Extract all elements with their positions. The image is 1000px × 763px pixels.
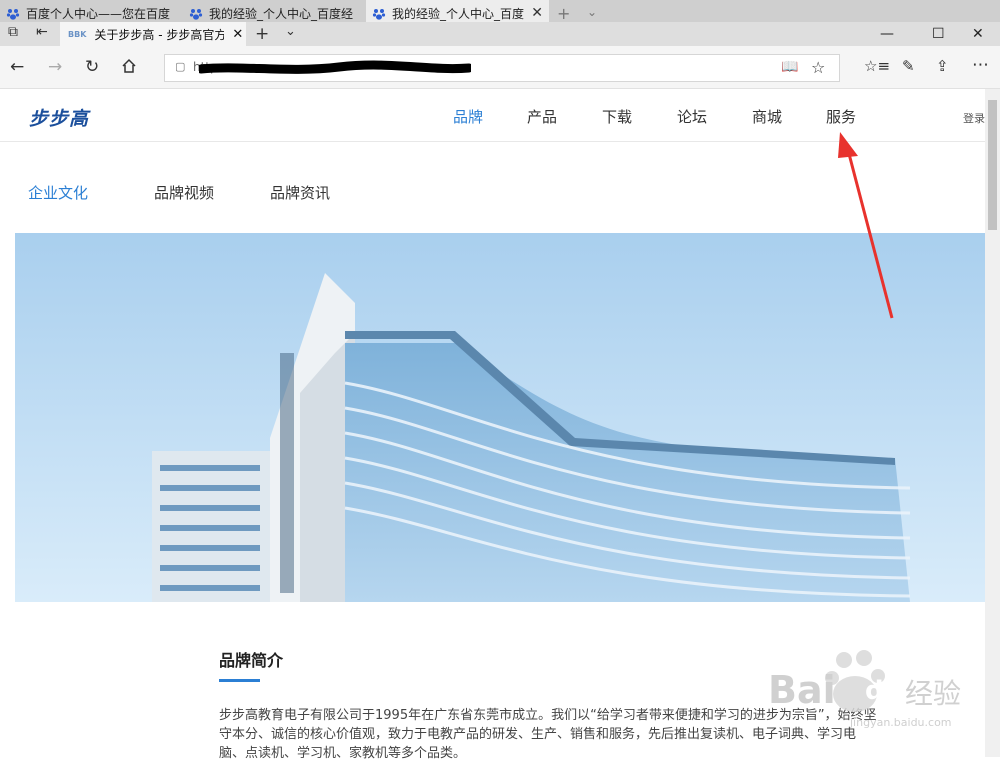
nav-item-service[interactable]: 服务 [826, 106, 856, 127]
refresh-icon[interactable]: ↻ [85, 57, 99, 77]
bbk-logo[interactable]: 步步高 [29, 104, 89, 131]
lock-icon: ▢ [175, 60, 186, 73]
home-icon[interactable] [121, 58, 137, 78]
subnav-news[interactable]: 品牌资讯 [270, 182, 330, 203]
tab-list-chevron-icon[interactable]: ⌄ [285, 24, 296, 39]
subnav-video[interactable]: 品牌视频 [154, 182, 214, 203]
tab-preview-icon[interactable]: ⧉ [8, 24, 18, 40]
favorites-hub-icon[interactable]: ☆≡ [864, 57, 890, 75]
close-window-button[interactable]: ✕ [972, 26, 984, 42]
forward-icon[interactable]: → [48, 57, 62, 77]
subnav-culture[interactable]: 企业文化 [28, 182, 88, 203]
nav-item-products[interactable]: 产品 [527, 106, 557, 127]
baidu-paw-icon [189, 8, 203, 20]
new-tab-icon[interactable]: + [557, 4, 570, 23]
nav-item-brand[interactable]: 品牌 [453, 106, 483, 127]
tab-active[interactable]: BBK 关于步步高 - 步步高官方 ✕ [60, 22, 246, 46]
redaction-scribble [199, 60, 471, 74]
baidu-paw-icon [6, 8, 20, 20]
nav-item-download[interactable]: 下载 [602, 106, 632, 127]
nav-item-forum[interactable]: 论坛 [677, 106, 707, 127]
outer-tab-2-title: 我的经验_个人中心_百度经 [209, 7, 354, 21]
nav-item-mall[interactable]: 商城 [752, 106, 782, 127]
intro-title: 品牌简介 [219, 651, 284, 670]
web-note-icon[interactable]: ✎ [902, 57, 915, 75]
chevron-down-icon[interactable]: ⌄ [587, 5, 597, 19]
outer-tab-3-title: 我的经验_个人中心_百度 [392, 7, 525, 21]
watermark-brand: Bai [768, 668, 836, 712]
maximize-button[interactable]: ☐ [932, 26, 945, 42]
annotation-arrow [838, 132, 894, 319]
new-tab-button[interactable]: + [255, 24, 269, 44]
reading-view-icon[interactable]: 📖 [781, 59, 798, 75]
baidu-jingyan-watermark: Bai du 经验 jingyan.baidu.com [760, 648, 990, 742]
share-icon[interactable]: ⇪ [936, 57, 949, 75]
favorite-star-icon[interactable]: ☆ [811, 58, 825, 77]
watermark-url: jingyan.baidu.com [850, 716, 952, 729]
set-aside-tabs-icon[interactable]: ⇤ [36, 24, 48, 40]
scrollbar-thumb[interactable] [988, 100, 997, 230]
watermark-suffix: 经验 [905, 677, 962, 710]
baidu-paw-icon [372, 8, 386, 20]
watermark-brand-2: du [865, 676, 903, 706]
bbk-favicon-icon: BBK [68, 29, 87, 39]
address-bar[interactable]: ▢ https 📖 ☆ [164, 54, 840, 82]
login-link[interactable]: 登录 [963, 110, 985, 126]
minimize-button[interactable]: — [880, 26, 894, 42]
more-icon[interactable]: ⋯ [972, 55, 989, 75]
intro-underline [219, 679, 260, 682]
back-icon[interactable]: ← [10, 57, 24, 77]
close-icon[interactable]: ✕ [232, 27, 243, 42]
tab-title: 关于步步高 - 步步高官方 [94, 27, 225, 42]
close-icon[interactable]: ✕ [531, 5, 543, 21]
outer-tab-1-title: 百度个人中心——您在百度 [26, 7, 171, 21]
